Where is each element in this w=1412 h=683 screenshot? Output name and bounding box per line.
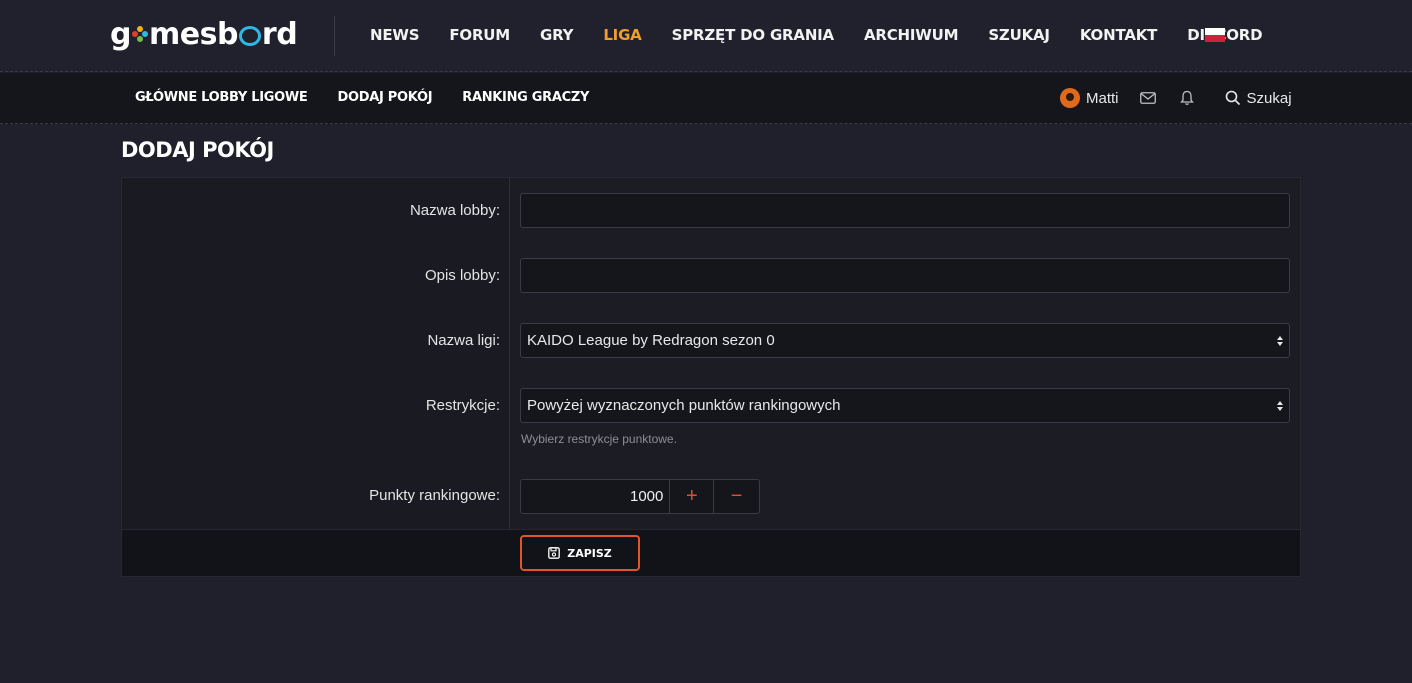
form-footer: ZAPISZ [122, 529, 1300, 576]
form-body: Nazwa lobby: Opis lobby: Nazwa ligi: KAI… [122, 178, 1300, 529]
logo-dots-icon [131, 26, 148, 42]
points-stepper: 1000 + − [520, 479, 760, 514]
nav-archiwum[interactable]: ARCHIWUM [864, 24, 959, 46]
user-name[interactable]: Matti [1086, 90, 1119, 107]
league-label: Nazwa ligi: [427, 332, 500, 349]
lobby-name-input[interactable] [520, 193, 1290, 228]
select-arrows-icon [1277, 401, 1283, 411]
increment-button[interactable]: + [670, 480, 715, 513]
nav-forum[interactable]: FORUM [449, 24, 510, 46]
search-link[interactable]: Szukaj [1225, 90, 1292, 107]
search-icon [1225, 90, 1240, 106]
add-room-form: Nazwa lobby: Opis lobby: Nazwa ligi: KAI… [121, 177, 1301, 577]
league-select[interactable]: KAIDO League by Redragon sezon 0 [520, 323, 1290, 358]
bell-icon[interactable] [1178, 89, 1196, 107]
search-label: Szukaj [1246, 89, 1292, 107]
subnav-ranking[interactable]: RANKING GRACZY [462, 89, 589, 107]
restrictions-label: Restrykcje: [425, 397, 500, 414]
subnav-add-room[interactable]: DODAJ POKÓJ [338, 89, 433, 107]
gamesboard-logo[interactable]: g mesb rd [110, 14, 298, 54]
top-header: g mesb rd NEWS FORUM GRY LIGA SPRZĘT DO … [0, 0, 1412, 72]
sub-header: GŁÓWNE LOBBY LIGOWE DODAJ POKÓJ RANKING … [0, 73, 1412, 124]
user-area: Matti Szukaj [1060, 87, 1292, 109]
nav-sprzet[interactable]: SPRZĘT DO GRANIA [672, 24, 835, 46]
restrictions-hint: Wybierz restrykcje punktowe. [521, 432, 677, 446]
nav-szukaj[interactable]: SZUKAJ [988, 24, 1050, 46]
save-button-label: ZAPISZ [567, 546, 612, 560]
points-input[interactable]: 1000 [521, 480, 671, 513]
lobby-desc-label: Opis lobby: [424, 267, 500, 284]
points-label: Punkty rankingowe: [369, 487, 500, 504]
avatar[interactable] [1060, 88, 1080, 108]
league-subnav: GŁÓWNE LOBBY LIGOWE DODAJ POKÓJ RANKING … [135, 89, 619, 107]
save-button[interactable]: ZAPISZ [520, 535, 640, 571]
select-arrows-icon [1277, 336, 1283, 346]
lobby-name-label: Nazwa lobby: [409, 202, 500, 219]
logo-text-start: g [110, 16, 131, 52]
flag-pl-icon[interactable] [1205, 28, 1225, 42]
decrement-button[interactable]: − [714, 480, 759, 513]
subnav-main-lobby[interactable]: GŁÓWNE LOBBY LIGOWE [135, 89, 308, 107]
restrictions-select[interactable]: Powyżej wyznaczonych punktów rankingowyc… [520, 388, 1290, 423]
restrictions-select-value: Powyżej wyznaczonych punktów rankingowyc… [527, 397, 841, 414]
main-nav: NEWS FORUM GRY LIGA SPRZĘT DO GRANIA ARC… [370, 24, 1292, 46]
nav-news[interactable]: NEWS [370, 24, 420, 46]
logo-text-middle: mesb [148, 16, 238, 52]
nav-gry[interactable]: GRY [540, 24, 574, 46]
page-title: DODAJ POKÓJ [121, 138, 274, 162]
lobby-desc-input[interactable] [520, 258, 1290, 293]
nav-liga[interactable]: LIGA [603, 24, 641, 46]
header-divider [334, 16, 335, 56]
logo-text-end: rd [261, 16, 298, 52]
logo-chat-bubble-icon [238, 26, 261, 46]
league-select-value: KAIDO League by Redragon sezon 0 [527, 332, 775, 349]
envelope-icon[interactable] [1139, 89, 1157, 107]
save-icon [548, 547, 561, 559]
label-column [122, 178, 510, 529]
nav-kontakt[interactable]: KONTAKT [1080, 24, 1158, 46]
